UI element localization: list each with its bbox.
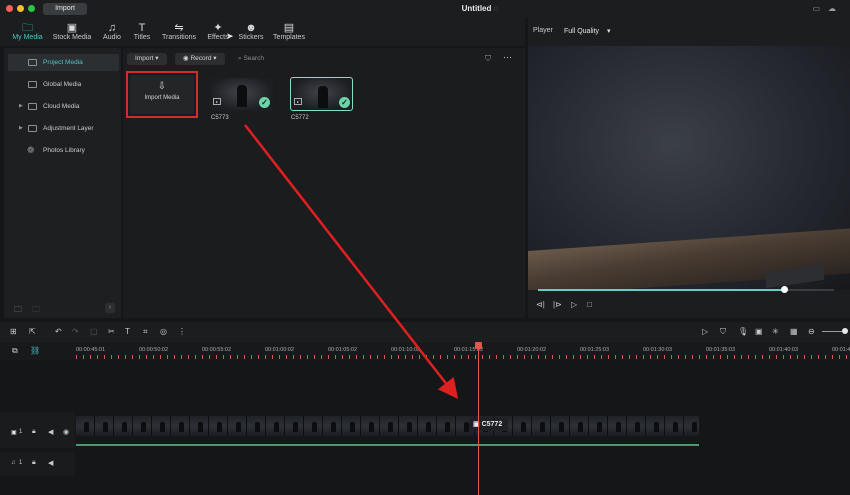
annotation-arrow xyxy=(244,124,459,399)
annotation-arrow-line xyxy=(244,124,459,399)
